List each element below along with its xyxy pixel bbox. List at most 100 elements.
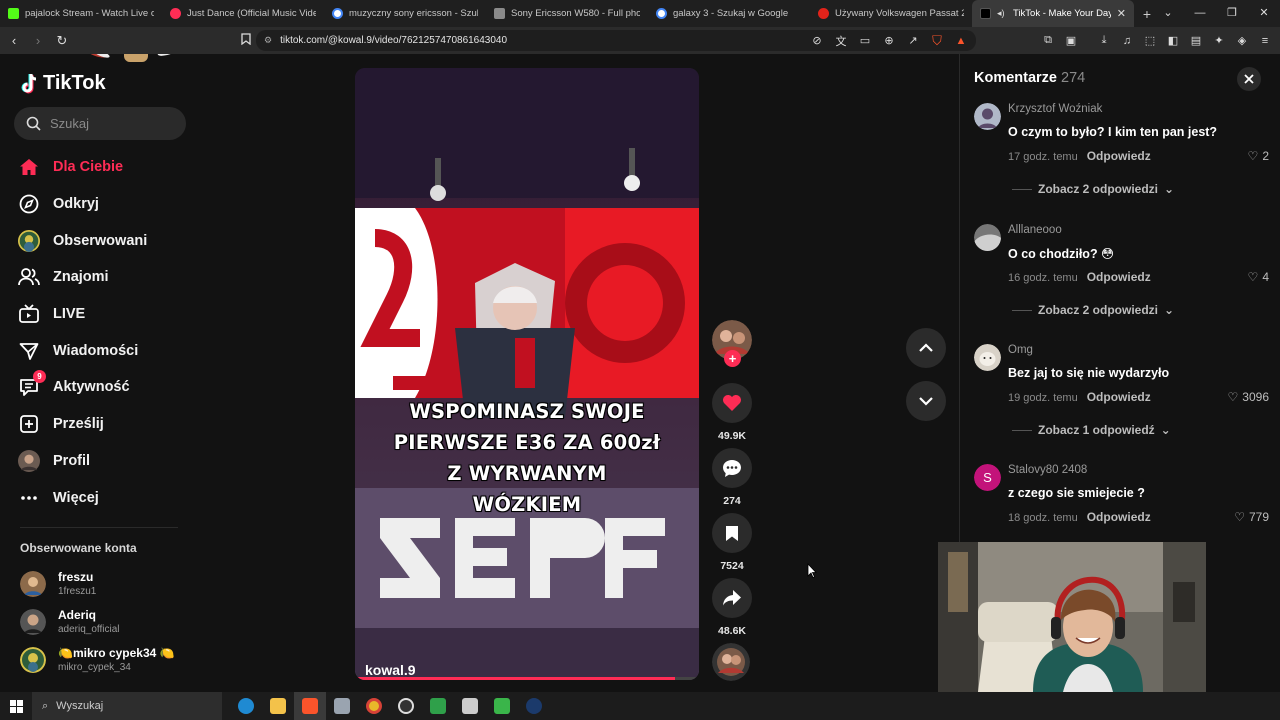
comment-username[interactable]: Omg [1008,344,1033,356]
comment-button[interactable] [712,448,752,488]
tiktok-logo[interactable]: TikTok [20,72,106,95]
zoom-icon[interactable]: ⊕ [882,34,896,48]
brave-rewards-icon[interactable]: ▲ [954,34,968,48]
followed-account[interactable]: 🍋mikro cypek34 🍋 mikro_cypek_34 [20,646,175,673]
obs-app-icon[interactable] [390,692,422,720]
leo-ai-icon[interactable]: ✦ [1212,34,1226,48]
browser-tab-active[interactable]: ◂) TikTok - Make Your Day ✕ [972,0,1134,27]
shield-app-icon[interactable] [454,692,486,720]
comment-action[interactable]: 274 [708,448,756,513]
store-app-icon[interactable] [326,692,358,720]
nav-item-more[interactable]: Więcej [18,479,147,516]
view-replies-button[interactable]: Zobacz 2 odpowiedzi ⌄ [1012,182,1174,196]
close-tab-icon[interactable]: ✕ [1117,7,1126,20]
reply-button[interactable]: Odpowiedz [1087,270,1151,284]
music-disc-avatar[interactable] [712,643,750,681]
sidebar-toggle-icon[interactable]: ◧ [1166,34,1180,48]
reload-icon[interactable]: ↻ [52,31,72,51]
reply-button[interactable]: Odpowiedz [1087,149,1151,163]
view-replies-button[interactable]: Zobacz 2 odpowiedzi ⌄ [1012,303,1174,317]
restore-icon[interactable]: ❐ [1216,0,1248,27]
share-action[interactable]: 48.6K [708,578,756,643]
avatar[interactable] [974,224,1001,251]
mute-site-icon[interactable]: ⊘ [810,34,824,48]
share-button[interactable] [712,578,752,618]
nav-item-live[interactable]: LIVE [18,296,147,333]
nav-item-friends[interactable]: Znajomi [18,259,147,296]
like-action[interactable]: 49.9K [708,383,756,448]
browser-tab[interactable]: pajalock Stream - Watch Live on Kick [0,0,162,27]
menu-icon[interactable]: ≡ [1258,34,1272,48]
comment-username[interactable]: Stalovy80 2408 [1008,464,1087,476]
avatar[interactable]: S [974,464,1001,491]
avatar[interactable] [974,344,1001,371]
bookmark-icon[interactable] [236,31,256,51]
reply-button[interactable]: Odpowiedz [1087,510,1151,524]
edge-app-icon[interactable] [230,692,262,720]
steam-app-icon[interactable] [518,692,550,720]
cast-icon[interactable]: ▭ [858,34,872,48]
vpn-icon[interactable]: ◈ [1235,34,1249,48]
nav-item-explore[interactable]: Odkryj [18,186,147,223]
nav-item-following[interactable]: Obserwowani [18,222,147,259]
followed-account[interactable]: Aderiq aderiq_official [20,608,120,635]
search-input[interactable] [50,116,170,131]
browser-tab[interactable]: galaxy 3 - Szukaj w Google [648,0,810,27]
start-button[interactable] [0,699,32,713]
expand-tabs-icon[interactable]: ⌄ [1152,0,1184,27]
followed-account[interactable]: freszu 1freszu1 [20,570,96,597]
creator-avatar[interactable]: + [712,320,752,367]
brave-app-icon[interactable] [294,692,326,720]
close-comments-button[interactable] [1237,67,1261,91]
browser-tab[interactable]: Używany Volkswagen Passat 2005 - 4 [810,0,972,27]
video-progress-bar[interactable] [355,677,699,680]
nav-item-activity[interactable]: 9 Aktywność [18,369,147,406]
reply-button[interactable]: Odpowiedz [1087,390,1151,404]
url-bar[interactable]: ⚙ tiktok.com/@kowal.9/video/762125747086… [256,30,976,51]
share-icon[interactable]: ↗ [906,34,920,48]
translate-icon[interactable]: 文 [834,34,848,48]
comment-username[interactable]: Krzysztof Woźniak [1008,103,1102,115]
media-icon[interactable]: ♫ [1120,34,1134,48]
brave-shields-icon[interactable]: ⛉ [930,33,944,48]
screenshot-icon[interactable]: ⬚ [1143,34,1157,48]
extensions-icon[interactable]: ⧉ [1041,34,1055,48]
file-explorer-icon[interactable] [262,692,294,720]
save-action[interactable]: 7524 [708,513,756,578]
taskbar-search[interactable]: ⌕ Wyszukaj [32,692,222,720]
video-progress-fill [355,677,675,680]
wallet-icon[interactable]: ▤ [1189,34,1203,48]
comment-like-button[interactable]: ♡ 2 [1248,149,1269,163]
back-icon[interactable]: ‹ [4,31,24,51]
avatar[interactable] [974,103,1001,130]
browser-tab[interactable]: Just Dance (Official Music Video) [162,0,324,27]
comment-like-button[interactable]: ♡ 4 [1248,270,1269,284]
nav-item-for-you[interactable]: Dla Ciebie [18,149,147,186]
play-app-icon[interactable] [422,692,454,720]
next-video-button[interactable] [906,381,946,421]
reading-list-icon[interactable]: ▣ [1064,34,1078,48]
forward-icon[interactable]: › [28,31,48,51]
nav-item-messages[interactable]: Wiadomości [18,332,147,369]
comment-like-button[interactable]: ♡ 779 [1234,510,1269,524]
minimize-icon[interactable]: — [1184,0,1216,27]
nav-item-upload[interactable]: Prześlij [18,406,147,443]
browser-tab[interactable]: muzyczny sony ericsson - Szukaj w G [324,0,486,27]
site-info-icon[interactable]: ⚙ [264,35,272,46]
browser-tab[interactable]: Sony Ericsson W580 - Full phone spe [486,0,648,27]
view-replies-button[interactable]: Zobacz 1 odpowiedź ⌄ [1012,423,1171,437]
previous-video-button[interactable] [906,328,946,368]
messenger-app-icon[interactable] [486,692,518,720]
close-window-icon[interactable]: ✕ [1248,0,1280,27]
nav-item-profile[interactable]: Profil [18,443,147,480]
search-box[interactable] [14,107,186,140]
video-author[interactable]: kowal.9 [365,662,416,678]
follow-plus-button[interactable]: + [724,350,741,367]
chrome-app-icon[interactable] [358,692,390,720]
video-player[interactable]: WSPOMINASZ SWOJE PIERWSZE E36 ZA 600zł Z… [355,68,699,680]
comment-like-button[interactable]: ♡ 3096 [1228,390,1269,404]
like-button[interactable] [712,383,752,423]
downloads-icon[interactable]: ⤓ [1097,34,1111,48]
save-button[interactable] [712,513,752,553]
comment-username[interactable]: Alllaneooo [1008,224,1062,236]
